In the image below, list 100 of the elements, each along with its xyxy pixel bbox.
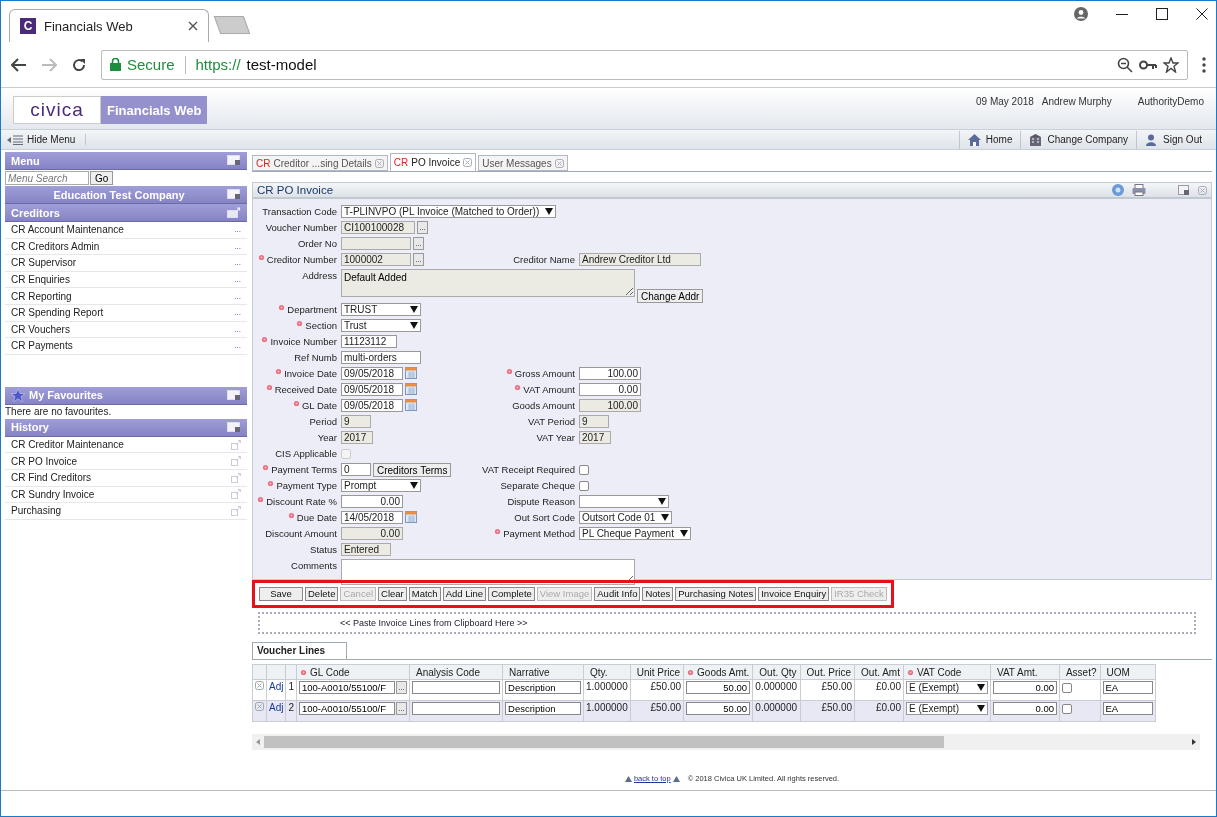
- toolbar-link[interactable]: Change Company: [1020, 130, 1137, 149]
- kebab-menu-icon[interactable]: [1202, 56, 1206, 73]
- expand-icon[interactable]: [227, 207, 241, 218]
- form-button[interactable]: Add Line: [442, 587, 487, 601]
- form-button[interactable]: Clear: [378, 587, 407, 601]
- checkbox[interactable]: [1061, 704, 1072, 714]
- text-field[interactable]: [341, 237, 411, 250]
- more-button[interactable]: ...: [234, 341, 241, 351]
- go-button[interactable]: Go: [90, 171, 114, 185]
- menu-item[interactable]: CR Spending Report ...: [5, 304, 247, 322]
- browser-tab[interactable]: C Financials Web: [9, 9, 209, 42]
- form-button[interactable]: Audit Info: [594, 587, 641, 601]
- text-field[interactable]: 2017: [341, 431, 373, 444]
- text-field[interactable]: Description: [505, 681, 581, 694]
- toolbar-link[interactable]: Sign Out: [1136, 130, 1210, 149]
- history-item[interactable]: CR Sundry Invoice: [5, 486, 247, 504]
- text-field[interactable]: Description: [505, 702, 581, 715]
- text-area[interactable]: Default Added: [341, 269, 635, 297]
- menu-item[interactable]: CR Account Maintenance ...: [5, 222, 247, 239]
- text-field[interactable]: EA: [1102, 702, 1153, 715]
- panel-toggle-icon[interactable]: [227, 421, 241, 433]
- window-icon[interactable]: [1178, 184, 1190, 196]
- help-icon[interactable]: [1112, 184, 1124, 196]
- key-icon[interactable]: [1139, 59, 1157, 70]
- history-item[interactable]: CR Find Creditors: [5, 469, 247, 487]
- panel-toggle-icon[interactable]: [227, 189, 241, 200]
- text-field[interactable]: EA: [1102, 681, 1153, 694]
- text-field[interactable]: 100.00: [579, 399, 641, 412]
- text-field[interactable]: 100-A0010/55100/F: [299, 702, 395, 715]
- reload-icon[interactable]: [71, 56, 87, 73]
- delete-row-icon[interactable]: [255, 681, 264, 690]
- more-button[interactable]: ...: [234, 291, 241, 301]
- panel-toggle-icon[interactable]: [227, 155, 241, 166]
- text-field[interactable]: multi-orders: [341, 351, 421, 364]
- form-button[interactable]: Delete: [305, 587, 339, 601]
- back-icon[interactable]: [11, 57, 27, 72]
- text-field[interactable]: [412, 702, 500, 715]
- printer-icon[interactable]: [1132, 184, 1146, 196]
- tab[interactable]: CR PO Invoice: [389, 153, 477, 171]
- form-button[interactable]: Match: [408, 587, 441, 601]
- more-button[interactable]: ...: [234, 225, 241, 235]
- dropdown[interactable]: PL Cheque Payment: [579, 527, 691, 540]
- text-field[interactable]: 0.00: [341, 527, 403, 540]
- paste-area[interactable]: << Paste Invoice Lines from Clipboard Here >>: [258, 612, 1196, 634]
- checkbox[interactable]: [579, 481, 589, 491]
- dropdown[interactable]: E (Exempt): [905, 681, 988, 694]
- text-field[interactable]: 100-A0010/55100/F: [299, 681, 395, 694]
- text-field[interactable]: 1000002: [341, 253, 411, 266]
- panel-toggle-icon[interactable]: [227, 389, 241, 401]
- date-field[interactable]: 09/05/2018: [341, 383, 403, 396]
- toolbar-link[interactable]: Home: [958, 130, 1021, 149]
- text-field[interactable]: Andrew Creditor Ltd: [579, 253, 701, 266]
- calendar-icon[interactable]: [405, 399, 417, 411]
- more-button[interactable]: ...: [234, 308, 241, 318]
- checkbox[interactable]: [579, 465, 589, 475]
- history-item[interactable]: CR PO Invoice: [5, 453, 247, 470]
- dropdown[interactable]: E (Exempt): [905, 702, 988, 715]
- adjust-link[interactable]: Adj: [269, 702, 284, 713]
- text-field[interactable]: 2017: [579, 431, 611, 444]
- menu-item[interactable]: CR Reporting ...: [5, 288, 247, 305]
- text-field[interactable]: 50.00: [686, 702, 751, 715]
- adjust-link[interactable]: Adj: [269, 681, 284, 692]
- form-button[interactable]: Invoice Enquiry: [758, 587, 830, 601]
- more-button[interactable]: ...: [234, 275, 241, 285]
- text-field[interactable]: Entered: [341, 543, 391, 556]
- dropdown[interactable]: Prompt: [341, 479, 421, 492]
- action-button[interactable]: Change Addr: [637, 289, 704, 303]
- close-icon[interactable]: [1196, 8, 1208, 20]
- text-field[interactable]: 0.00: [992, 681, 1057, 694]
- new-tab-button[interactable]: [213, 16, 251, 34]
- checkbox[interactable]: [1061, 683, 1072, 693]
- delete-row-icon[interactable]: [255, 702, 264, 711]
- scrollbar[interactable]: [252, 734, 1200, 750]
- text-field[interactable]: 0.00: [341, 495, 403, 508]
- text-field[interactable]: 11123112: [341, 335, 397, 348]
- tab[interactable]: Voucher Lines: [252, 642, 347, 659]
- form-button[interactable]: Save: [259, 587, 303, 601]
- dropdown[interactable]: [579, 495, 669, 508]
- tab[interactable]: User Messages: [478, 155, 568, 171]
- maximize-icon[interactable]: [1156, 8, 1168, 20]
- tab[interactable]: CR Creditor ...sing Details: [252, 155, 388, 171]
- menu-item[interactable]: CR Enquiries ...: [5, 271, 247, 289]
- calendar-icon[interactable]: [405, 367, 417, 379]
- zoom-out-icon[interactable]: [1117, 56, 1133, 73]
- text-field[interactable]: 9: [341, 415, 371, 428]
- date-field[interactable]: 14/05/2018: [341, 511, 403, 524]
- forward-icon[interactable]: [41, 57, 57, 72]
- scrollbar-thumb[interactable]: [264, 736, 944, 748]
- profile-icon[interactable]: [1074, 7, 1088, 21]
- text-field[interactable]: 100.00: [579, 367, 641, 380]
- dropdown[interactable]: Outsort Code 01: [579, 511, 673, 524]
- more-button[interactable]: ...: [234, 324, 241, 334]
- address-bar[interactable]: Secure https:// test-model: [101, 49, 1188, 80]
- menu-item[interactable]: CR Supervisor ...: [5, 255, 247, 272]
- menu-item[interactable]: CR Creditors Admin ...: [5, 238, 247, 256]
- text-field[interactable]: 50.00: [686, 681, 751, 694]
- dropdown[interactable]: TRUST: [341, 303, 421, 316]
- text-field[interactable]: 0.00: [992, 702, 1057, 715]
- calendar-icon[interactable]: [405, 383, 417, 395]
- search-field[interactable]: Menu Search: [5, 171, 89, 185]
